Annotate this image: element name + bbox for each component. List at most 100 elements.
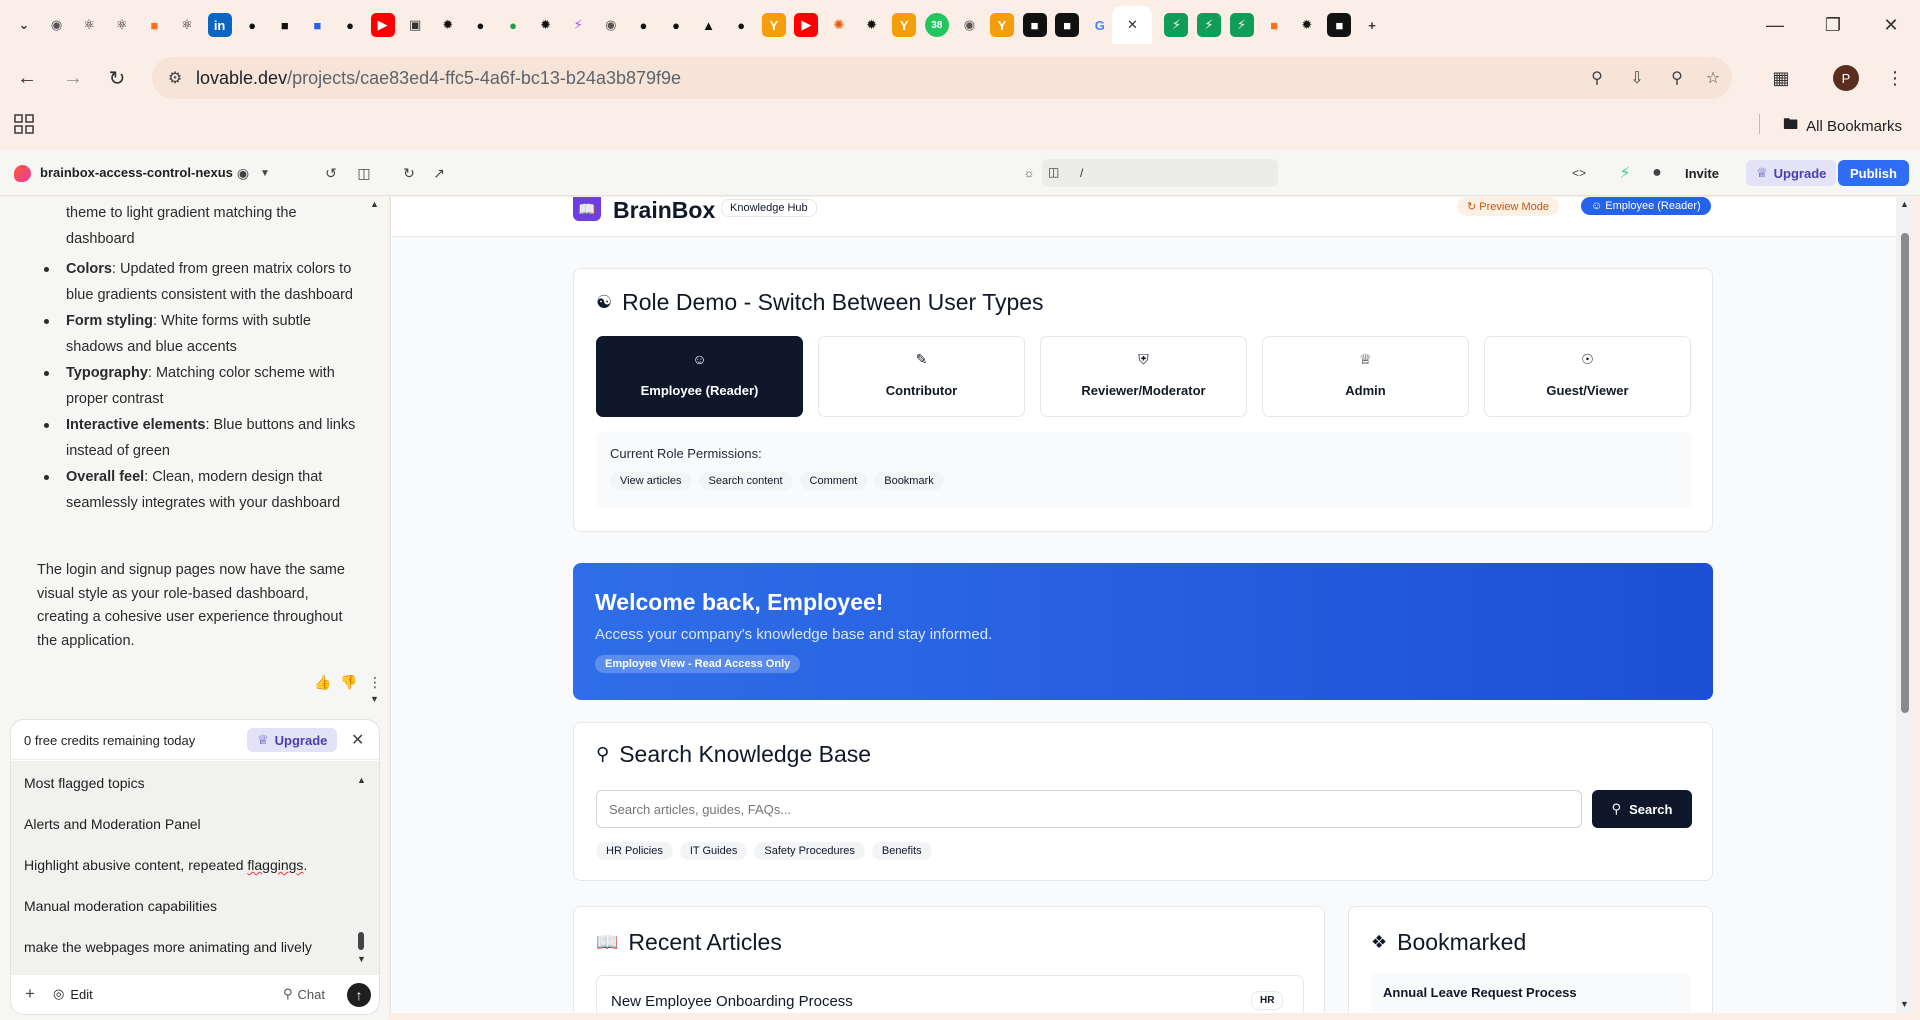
tab-youtube-icon[interactable]: ▶ <box>370 13 395 37</box>
chat-history[interactable]: theme to light gradient matching the das… <box>0 197 388 697</box>
tab-image-icon[interactable]: ▣ <box>403 13 427 37</box>
scroll-down-arrow-icon[interactable]: ▼ <box>1900 999 1909 1009</box>
tab-bolt-icon[interactable]: ⚡ <box>1197 13 1221 37</box>
thumbs-up-icon[interactable]: 👍 <box>312 671 334 693</box>
tab-chrome-icon[interactable]: ◉ <box>957 13 981 37</box>
tab-globe-icon[interactable]: ◉ <box>599 13 623 37</box>
add-attachment-icon[interactable]: + <box>25 984 35 1004</box>
tab-close-icon[interactable]: ✕ <box>1112 6 1153 44</box>
extensions-icon[interactable]: ▦ <box>1766 63 1796 93</box>
tab-github-icon[interactable]: ● <box>240 13 264 37</box>
search-tag[interactable]: Benefits <box>871 842 932 860</box>
publish-button[interactable]: Publish <box>1838 160 1909 186</box>
all-bookmarks-button[interactable]: 🖿 All Bookmarks <box>1783 114 1902 139</box>
tab-youtube-icon[interactable]: ▶ <box>794 13 819 37</box>
more-options-icon[interactable]: ⋮ <box>364 671 386 693</box>
code-view-icon[interactable]: <> <box>1568 162 1590 184</box>
tab-black-logo-icon[interactable]: ● <box>468 13 492 37</box>
tab-blue-logo-icon[interactable]: ■ <box>305 13 329 37</box>
tab-y-logo-icon[interactable]: Y <box>990 13 1014 37</box>
supabase-bolt-icon[interactable]: ⚡ <box>1614 162 1636 184</box>
scroll-up-arrow-icon[interactable]: ▲ <box>370 199 379 209</box>
scroll-down-arrow-icon[interactable]: ▼ <box>370 694 379 704</box>
thumbs-down-icon[interactable]: 👎 <box>338 671 360 693</box>
close-icon[interactable]: ✕ <box>351 730 364 750</box>
preview-route-bar[interactable]: ◫ / <box>1042 159 1278 187</box>
search-button[interactable]: ⚲ Search <box>1592 790 1692 828</box>
profile-avatar[interactable]: P <box>1833 65 1859 91</box>
restore-window-button[interactable]: ❐ <box>1818 12 1848 38</box>
reload-icon[interactable]: ↻ <box>102 63 132 93</box>
preview-scrollbar-thumb[interactable] <box>1901 233 1909 713</box>
site-settings-icon[interactable]: ⚙ <box>164 67 186 89</box>
role-contributor-button[interactable]: ✎ Contributor <box>818 336 1025 417</box>
role-employee-button[interactable]: ☺ Employee (Reader) <box>596 336 803 417</box>
tab-vscode-icon[interactable]: ■ <box>1327 13 1352 37</box>
tab-green-badge-icon[interactable]: 38 <box>924 13 949 37</box>
search-tag[interactable]: Safety Procedures <box>754 842 865 860</box>
bookmarked-item[interactable]: Annual Leave Request Process <box>1371 973 1691 1013</box>
history-icon[interactable]: ↺ <box>320 162 342 184</box>
tab-openai-icon[interactable]: ✹ <box>436 13 460 37</box>
tab-vscode-icon[interactable]: ■ <box>1022 13 1047 37</box>
tab-purple-logo-icon[interactable]: ⚡ <box>566 13 590 37</box>
tab-react-icon[interactable]: ⚛ <box>175 13 199 37</box>
credits-upgrade-button[interactable]: ♕ Upgrade <box>247 728 338 752</box>
search-tag[interactable]: IT Guides <box>679 842 748 860</box>
close-window-button[interactable]: ✕ <box>1876 12 1906 38</box>
tab-github-icon[interactable]: ● <box>338 13 362 37</box>
tab-y-logo-icon[interactable]: Y <box>892 13 917 37</box>
bookmark-star-icon[interactable]: ☆ <box>1702 67 1724 89</box>
tab-react-icon[interactable]: ⚛ <box>110 13 134 37</box>
tab-bolt-icon[interactable]: ⚡ <box>1229 13 1254 37</box>
tab-github-icon[interactable]: ● <box>631 13 655 37</box>
role-admin-button[interactable]: ♕ Admin <box>1262 336 1469 417</box>
upgrade-button[interactable]: ♕ Upgrade <box>1746 160 1837 186</box>
password-key-icon[interactable]: ⚲ <box>1586 67 1608 89</box>
url-text[interactable]: lovable.dev/projects/cae83ed4-ffc5-4a6f-… <box>196 68 681 89</box>
tab-openai-icon[interactable]: ✹ <box>1295 13 1319 37</box>
github-icon[interactable]: ● <box>1646 162 1668 184</box>
role-reviewer-button[interactable]: ⛨ Reviewer/Moderator <box>1040 336 1247 417</box>
browser-menu-icon[interactable]: ⋮ <box>1880 63 1910 93</box>
tab-spark-icon[interactable]: ✺ <box>827 13 851 37</box>
send-button[interactable]: ↑ <box>347 983 371 1007</box>
tab-github-icon[interactable]: ● <box>664 13 688 37</box>
edit-mode-button[interactable]: ◎ Edit <box>53 986 93 1002</box>
tab-orange-logo-icon[interactable]: ■ <box>1262 13 1286 37</box>
address-bar[interactable]: ⚙ lovable.dev/projects/cae83ed4-ffc5-4a6… <box>152 57 1732 99</box>
back-arrow-icon[interactable]: ← <box>12 63 42 93</box>
current-role-badge[interactable]: ☺ Employee (Reader) <box>1581 197 1711 215</box>
open-external-icon[interactable]: ↗ <box>428 162 450 184</box>
tab-openai-icon[interactable]: ✹ <box>860 13 884 37</box>
preview-scrollbar[interactable]: ▲ ▼ <box>1896 197 1914 1013</box>
prompt-scroll-up-icon[interactable]: ▲ <box>357 775 366 785</box>
search-input[interactable] <box>596 790 1582 828</box>
globe-icon[interactable]: ◉ <box>232 162 254 184</box>
theme-icon[interactable]: ☼ <box>1018 162 1040 184</box>
tab-bolt-icon[interactable]: ⚡ <box>1164 13 1189 37</box>
prompt-textarea[interactable]: Most flagged topics Alerts and Moderatio… <box>11 761 379 975</box>
chevron-down-icon[interactable]: ▼ <box>254 162 276 184</box>
project-name[interactable]: brainbox-access-control-nexus <box>40 165 233 180</box>
tab-triangle-logo-icon[interactable]: ▲ <box>697 13 721 37</box>
minimize-window-button[interactable]: — <box>1760 12 1790 38</box>
prompt-scroll-down-icon[interactable]: ▼ <box>357 954 366 964</box>
sidebar-toggle-icon[interactable]: ◫ <box>353 162 375 184</box>
misspelled-word[interactable]: flaggings <box>247 857 303 873</box>
forward-arrow-icon[interactable]: → <box>58 63 88 93</box>
tab-openai-icon[interactable]: ✹ <box>534 13 558 37</box>
tab-github-icon[interactable]: ● <box>729 13 753 37</box>
tab-google-icon[interactable]: G <box>1088 13 1112 37</box>
role-guest-button[interactable]: ☉ Guest/Viewer <box>1484 336 1691 417</box>
tab-plus-icon[interactable]: + <box>1360 13 1384 37</box>
tab-vscode-icon[interactable]: ■ <box>1055 13 1080 37</box>
tab-chevron-down-icon[interactable]: ⌄ <box>12 13 36 37</box>
invite-button[interactable]: Invite <box>1675 160 1729 186</box>
refresh-preview-icon[interactable]: ↻ <box>398 162 420 184</box>
chat-mode-button[interactable]: ⚲ Chat <box>283 986 325 1002</box>
search-tag[interactable]: HR Policies <box>596 842 673 860</box>
apps-grid-icon[interactable] <box>14 114 34 134</box>
install-app-icon[interactable]: ⇩ <box>1626 67 1648 89</box>
tab-react-icon[interactable]: ⚛ <box>77 13 101 37</box>
